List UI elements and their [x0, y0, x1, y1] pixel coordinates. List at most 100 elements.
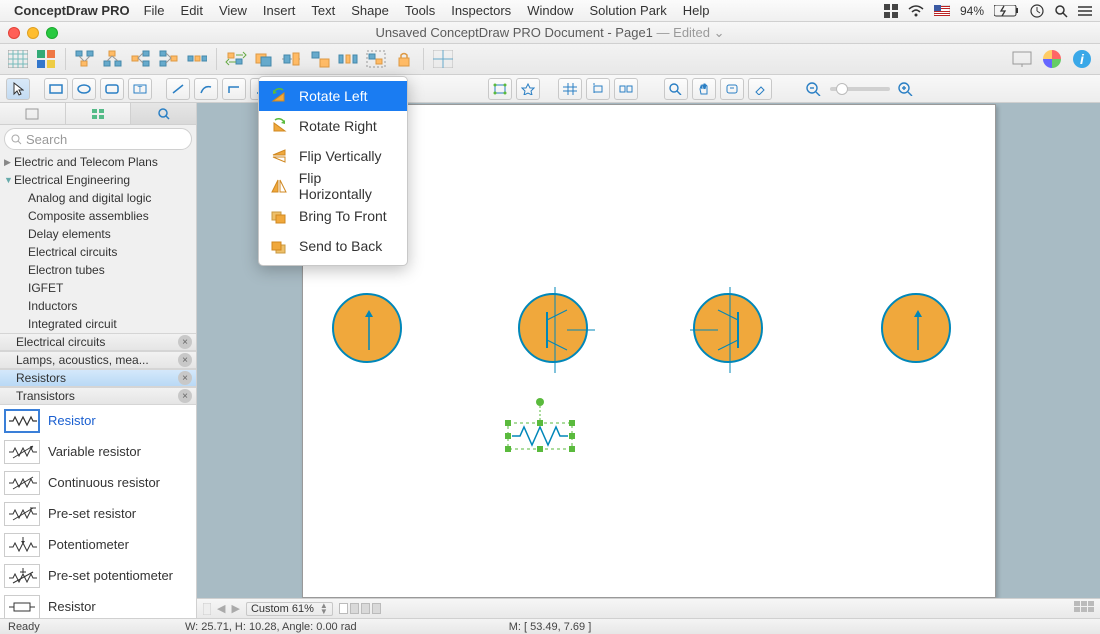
snap-obj-tool[interactable] [614, 78, 638, 100]
tool-color-grid-icon[interactable] [34, 47, 58, 71]
tool-distribute-icon[interactable] [336, 47, 360, 71]
shape-resistor-box[interactable]: Resistor [0, 591, 196, 618]
tree-sub[interactable]: IGFET [0, 279, 196, 297]
status-grid-icon[interactable] [884, 4, 898, 18]
tool-chain-icon[interactable] [185, 47, 209, 71]
tool-tree3-icon[interactable] [129, 47, 153, 71]
tool-snap-icon[interactable] [431, 47, 455, 71]
tool-align-icon[interactable] [280, 47, 304, 71]
selected-resistor-shape[interactable] [500, 395, 580, 458]
tree-sub[interactable]: Analog and digital logic [0, 189, 196, 207]
tree-sub[interactable]: Electron tubes [0, 261, 196, 279]
menu-text[interactable]: Text [303, 3, 343, 18]
shape-resistor[interactable]: Resistor [0, 405, 196, 436]
view-mode-icon[interactable] [1074, 601, 1094, 616]
tool-group-icon[interactable] [364, 47, 388, 71]
tool-tree4-icon[interactable] [157, 47, 181, 71]
menu-window[interactable]: Window [519, 3, 581, 18]
tool-tree1-icon[interactable] [73, 47, 97, 71]
tree-sub[interactable]: Integrated circuit [0, 315, 196, 333]
shape-circle-2[interactable] [518, 293, 588, 363]
edit-arrange-tool[interactable] [488, 78, 512, 100]
sidebar-search-input[interactable]: Search [4, 128, 192, 150]
sidebar-tab-grid[interactable] [66, 103, 132, 124]
shape-potentiometer[interactable]: Potentiometer [0, 529, 196, 560]
page-prev-button[interactable]: ◀ [217, 602, 225, 615]
menu-edit[interactable]: Edit [173, 3, 211, 18]
page-next-button[interactable]: ▶ [231, 602, 239, 615]
shape-preset-potentiometer[interactable]: Pre-set potentiometer [0, 560, 196, 591]
close-icon[interactable]: × [178, 371, 192, 385]
eyedrop-tool[interactable] [720, 78, 744, 100]
grid-snap-tool[interactable] [558, 78, 582, 100]
menu-bring-to-front[interactable]: Bring To Front [259, 201, 407, 231]
menu-send-to-back[interactable]: Send to Back [259, 231, 407, 261]
page-indicator[interactable] [339, 603, 381, 614]
tool-hatch-icon[interactable] [6, 47, 30, 71]
shape-preset-resistor[interactable]: Pre-set resistor [0, 498, 196, 529]
lib-header-resistors[interactable]: Resistors× [0, 369, 196, 387]
sidebar-tab-1[interactable] [0, 103, 66, 124]
tool-size-icon[interactable] [308, 47, 332, 71]
shape-circle-3[interactable] [693, 293, 763, 363]
tree-sub[interactable]: Electrical circuits [0, 243, 196, 261]
tool-presentation-icon[interactable] [1010, 47, 1034, 71]
tree-item-electrical-eng[interactable]: ▼Electrical Engineering [0, 171, 196, 189]
rect-tool[interactable] [44, 78, 68, 100]
menu-insert[interactable]: Insert [255, 3, 304, 18]
erase-tool[interactable] [748, 78, 772, 100]
menu-rotate-left[interactable]: Rotate Left [259, 81, 407, 111]
zoom-level-dropdown[interactable]: Custom 61%▲▼ [246, 602, 333, 616]
line-tool[interactable] [166, 78, 190, 100]
star-tool[interactable] [516, 78, 540, 100]
hand-tool[interactable] [692, 78, 716, 100]
tool-color-wheel-icon[interactable] [1040, 47, 1064, 71]
spotlight-icon[interactable] [1054, 4, 1068, 18]
tool-info-icon[interactable]: i [1070, 47, 1094, 71]
zoom-out-button[interactable] [802, 78, 826, 100]
menu-tools[interactable]: Tools [397, 3, 443, 18]
lib-header-lamps[interactable]: Lamps, acoustics, mea...× [0, 351, 196, 369]
scrollbar-left-icon[interactable] [203, 603, 211, 615]
lib-header-electrical-circuits[interactable]: Electrical circuits× [0, 333, 196, 351]
menu-help[interactable]: Help [675, 3, 718, 18]
wifi-icon[interactable] [908, 5, 924, 17]
menu-file[interactable]: File [136, 3, 173, 18]
tree-sub[interactable]: Composite assemblies [0, 207, 196, 225]
lib-header-transistors[interactable]: Transistors× [0, 387, 196, 405]
menu-inspectors[interactable]: Inspectors [443, 3, 519, 18]
pointer-tool[interactable] [6, 78, 30, 100]
sidebar-tab-search[interactable] [131, 103, 196, 124]
tree-sub[interactable]: Delay elements [0, 225, 196, 243]
ellipse-tool[interactable] [72, 78, 96, 100]
curve-tool[interactable] [194, 78, 218, 100]
zoom-slider[interactable] [830, 87, 890, 91]
zoom-in-button[interactable] [894, 78, 918, 100]
battery-icon[interactable] [994, 5, 1020, 17]
close-icon[interactable]: × [178, 335, 192, 349]
tool-lock-icon[interactable] [392, 47, 416, 71]
clock-icon[interactable] [1030, 4, 1044, 18]
flag-icon[interactable] [934, 5, 950, 16]
tree-item-electric-telecom[interactable]: ▶Electric and Telecom Plans [0, 153, 196, 171]
menu-solution-park[interactable]: Solution Park [581, 3, 674, 18]
shape-variable-resistor[interactable]: Variable resistor [0, 436, 196, 467]
menu-flip-horizontal[interactable]: Flip Horizontally [259, 171, 407, 201]
rounded-rect-tool[interactable] [100, 78, 124, 100]
connector-tool[interactable] [222, 78, 246, 100]
tree-sub[interactable]: Inductors [0, 297, 196, 315]
tool-arrange-icon[interactable] [224, 47, 248, 71]
text-tool[interactable]: T [128, 78, 152, 100]
tool-order-icon[interactable] [252, 47, 276, 71]
menu-shape[interactable]: Shape [343, 3, 397, 18]
zoom-tool[interactable] [664, 78, 688, 100]
menu-flip-vertical[interactable]: Flip Vertically [259, 141, 407, 171]
menu-rotate-right[interactable]: Rotate Right [259, 111, 407, 141]
snap-shapes-tool[interactable] [586, 78, 610, 100]
shape-circle-1[interactable] [332, 293, 402, 363]
tool-tree2-icon[interactable] [101, 47, 125, 71]
close-icon[interactable]: × [178, 353, 192, 367]
menu-view[interactable]: View [211, 3, 255, 18]
shape-continuous-resistor[interactable]: Continuous resistor [0, 467, 196, 498]
menu-extra-icon[interactable] [1078, 5, 1092, 17]
